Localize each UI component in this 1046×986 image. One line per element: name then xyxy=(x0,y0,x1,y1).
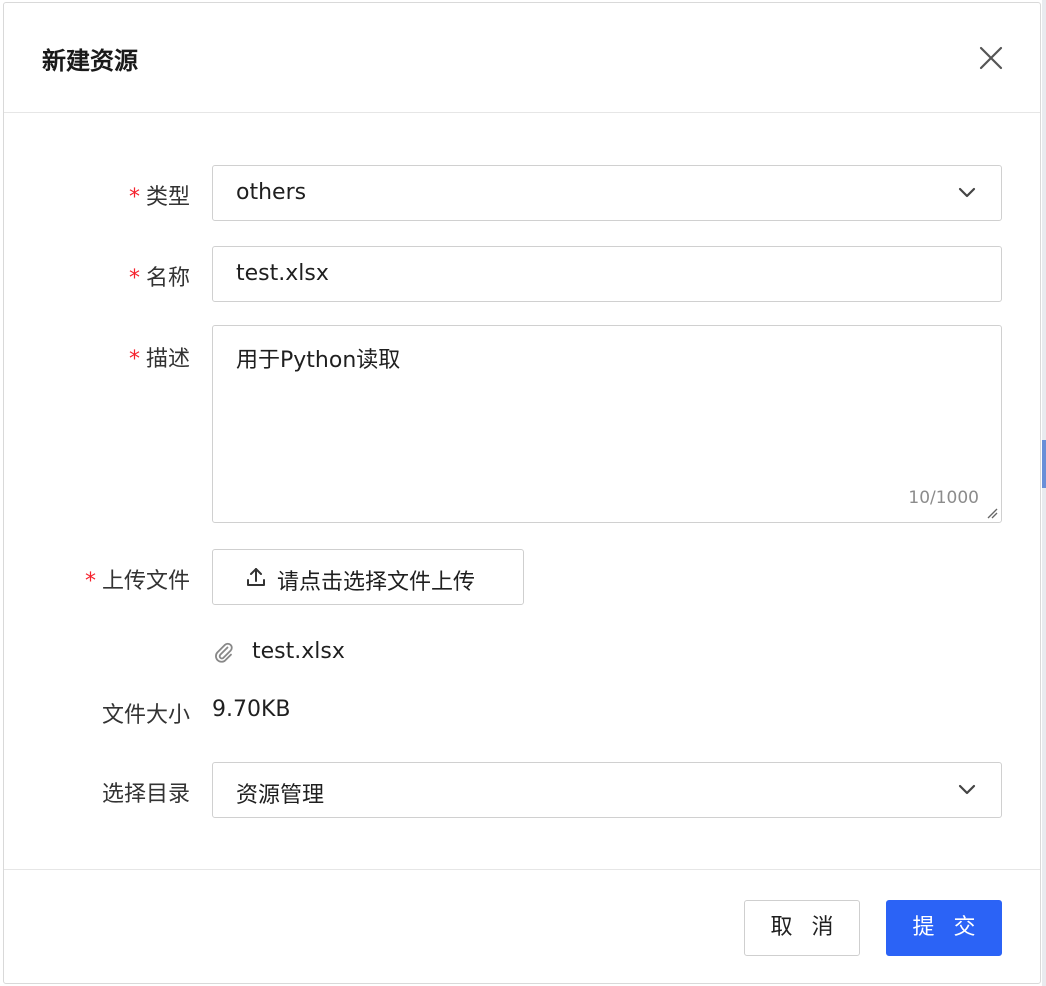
close-button[interactable] xyxy=(978,45,1004,71)
file-size-value: 9.70KB xyxy=(212,697,291,722)
required-mark: * xyxy=(128,185,140,210)
description-label: * 描述 xyxy=(128,347,190,372)
name-label: * 名称 xyxy=(128,266,190,291)
uploaded-file-name: test.xlsx xyxy=(252,639,345,664)
type-label: * 类型 xyxy=(128,185,190,210)
submit-button[interactable]: 提 交 xyxy=(886,900,1002,956)
dialog-header: 新建资源 xyxy=(4,3,1040,113)
file-size-label: 文件大小 xyxy=(101,703,190,728)
required-mark: * xyxy=(84,569,96,594)
required-mark: * xyxy=(128,266,140,291)
cancel-button[interactable]: 取 消 xyxy=(744,900,860,956)
create-resource-dialog: 新建资源 * 类型 others * 名称 test.xlsx * 描述 用于P… xyxy=(3,2,1041,984)
chevron-down-icon xyxy=(957,781,977,797)
directory-label: 选择目录 xyxy=(101,782,190,807)
required-mark: * xyxy=(128,347,140,372)
background-overlay xyxy=(1042,0,1046,986)
chevron-down-icon xyxy=(957,184,977,200)
background-accent xyxy=(1042,440,1046,488)
type-select[interactable]: others xyxy=(212,165,1002,221)
directory-select[interactable]: 资源管理 xyxy=(212,762,1002,818)
directory-select-value: 资源管理 xyxy=(236,783,325,808)
type-select-value: others xyxy=(236,180,307,205)
dialog-footer: 取 消 提 交 xyxy=(4,869,1040,985)
upload-icon xyxy=(247,568,265,586)
upload-label: * 上传文件 xyxy=(84,569,190,594)
upload-button-label: 请点击选择文件上传 xyxy=(277,570,476,595)
description-value: 用于Python读取 xyxy=(236,348,401,373)
dialog-title: 新建资源 xyxy=(42,47,138,75)
name-input[interactable]: test.xlsx xyxy=(212,246,1002,302)
upload-file-button[interactable]: 请点击选择文件上传 xyxy=(212,549,524,605)
name-input-value: test.xlsx xyxy=(236,261,329,286)
description-textarea[interactable]: 用于Python读取 10/1000 xyxy=(212,325,1002,523)
resize-handle-icon[interactable] xyxy=(986,507,998,519)
character-counter: 10/1000 xyxy=(908,488,979,508)
close-icon xyxy=(979,46,1003,70)
paperclip-icon xyxy=(215,642,233,663)
